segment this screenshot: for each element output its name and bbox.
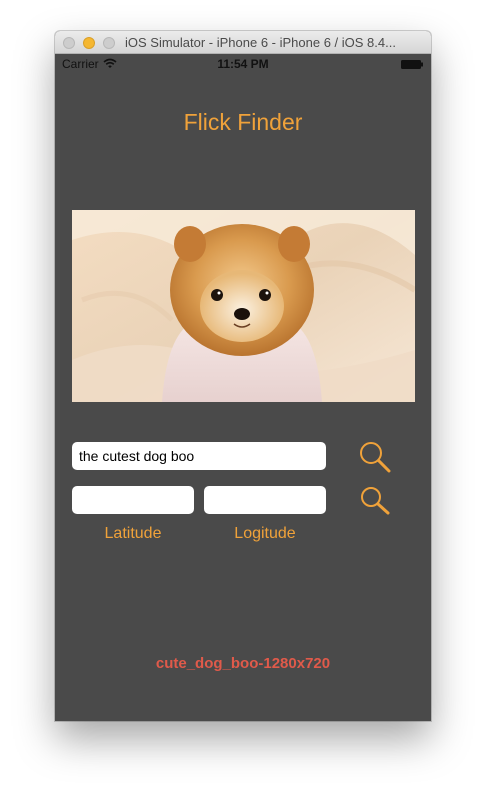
- longitude-input[interactable]: [204, 486, 326, 514]
- app-title: Flick Finder: [183, 109, 303, 135]
- device-screen: Carrier 11:54 PM Flick Finder the cutest…: [55, 54, 431, 721]
- longitude-label: Logitude: [234, 525, 296, 542]
- battery-icon: [401, 60, 423, 69]
- photo-title: cute_dog_boo-1280x720: [155, 655, 331, 672]
- minimize-window-button[interactable]: [83, 37, 95, 49]
- latitude-input[interactable]: [72, 486, 194, 514]
- status-bar: Carrier 11:54 PM: [55, 54, 431, 74]
- phrase-search-button[interactable]: [358, 440, 392, 474]
- latitude-label: Latitude: [104, 525, 162, 542]
- phrase-search-input[interactable]: [72, 442, 326, 470]
- window-titlebar[interactable]: iOS Simulator - iPhone 6 - iPhone 6 / iO…: [55, 31, 431, 54]
- result-photo: [72, 210, 415, 402]
- zoom-window-button[interactable]: [103, 37, 115, 49]
- close-window-button[interactable]: [63, 37, 75, 49]
- window-title: iOS Simulator - iPhone 6 - iPhone 6 / iO…: [125, 35, 396, 50]
- status-time: 11:54 PM: [217, 57, 269, 71]
- simulator-window: iOS Simulator - iPhone 6 - iPhone 6 / iO…: [55, 31, 431, 721]
- latlon-search-button[interactable]: [359, 486, 391, 516]
